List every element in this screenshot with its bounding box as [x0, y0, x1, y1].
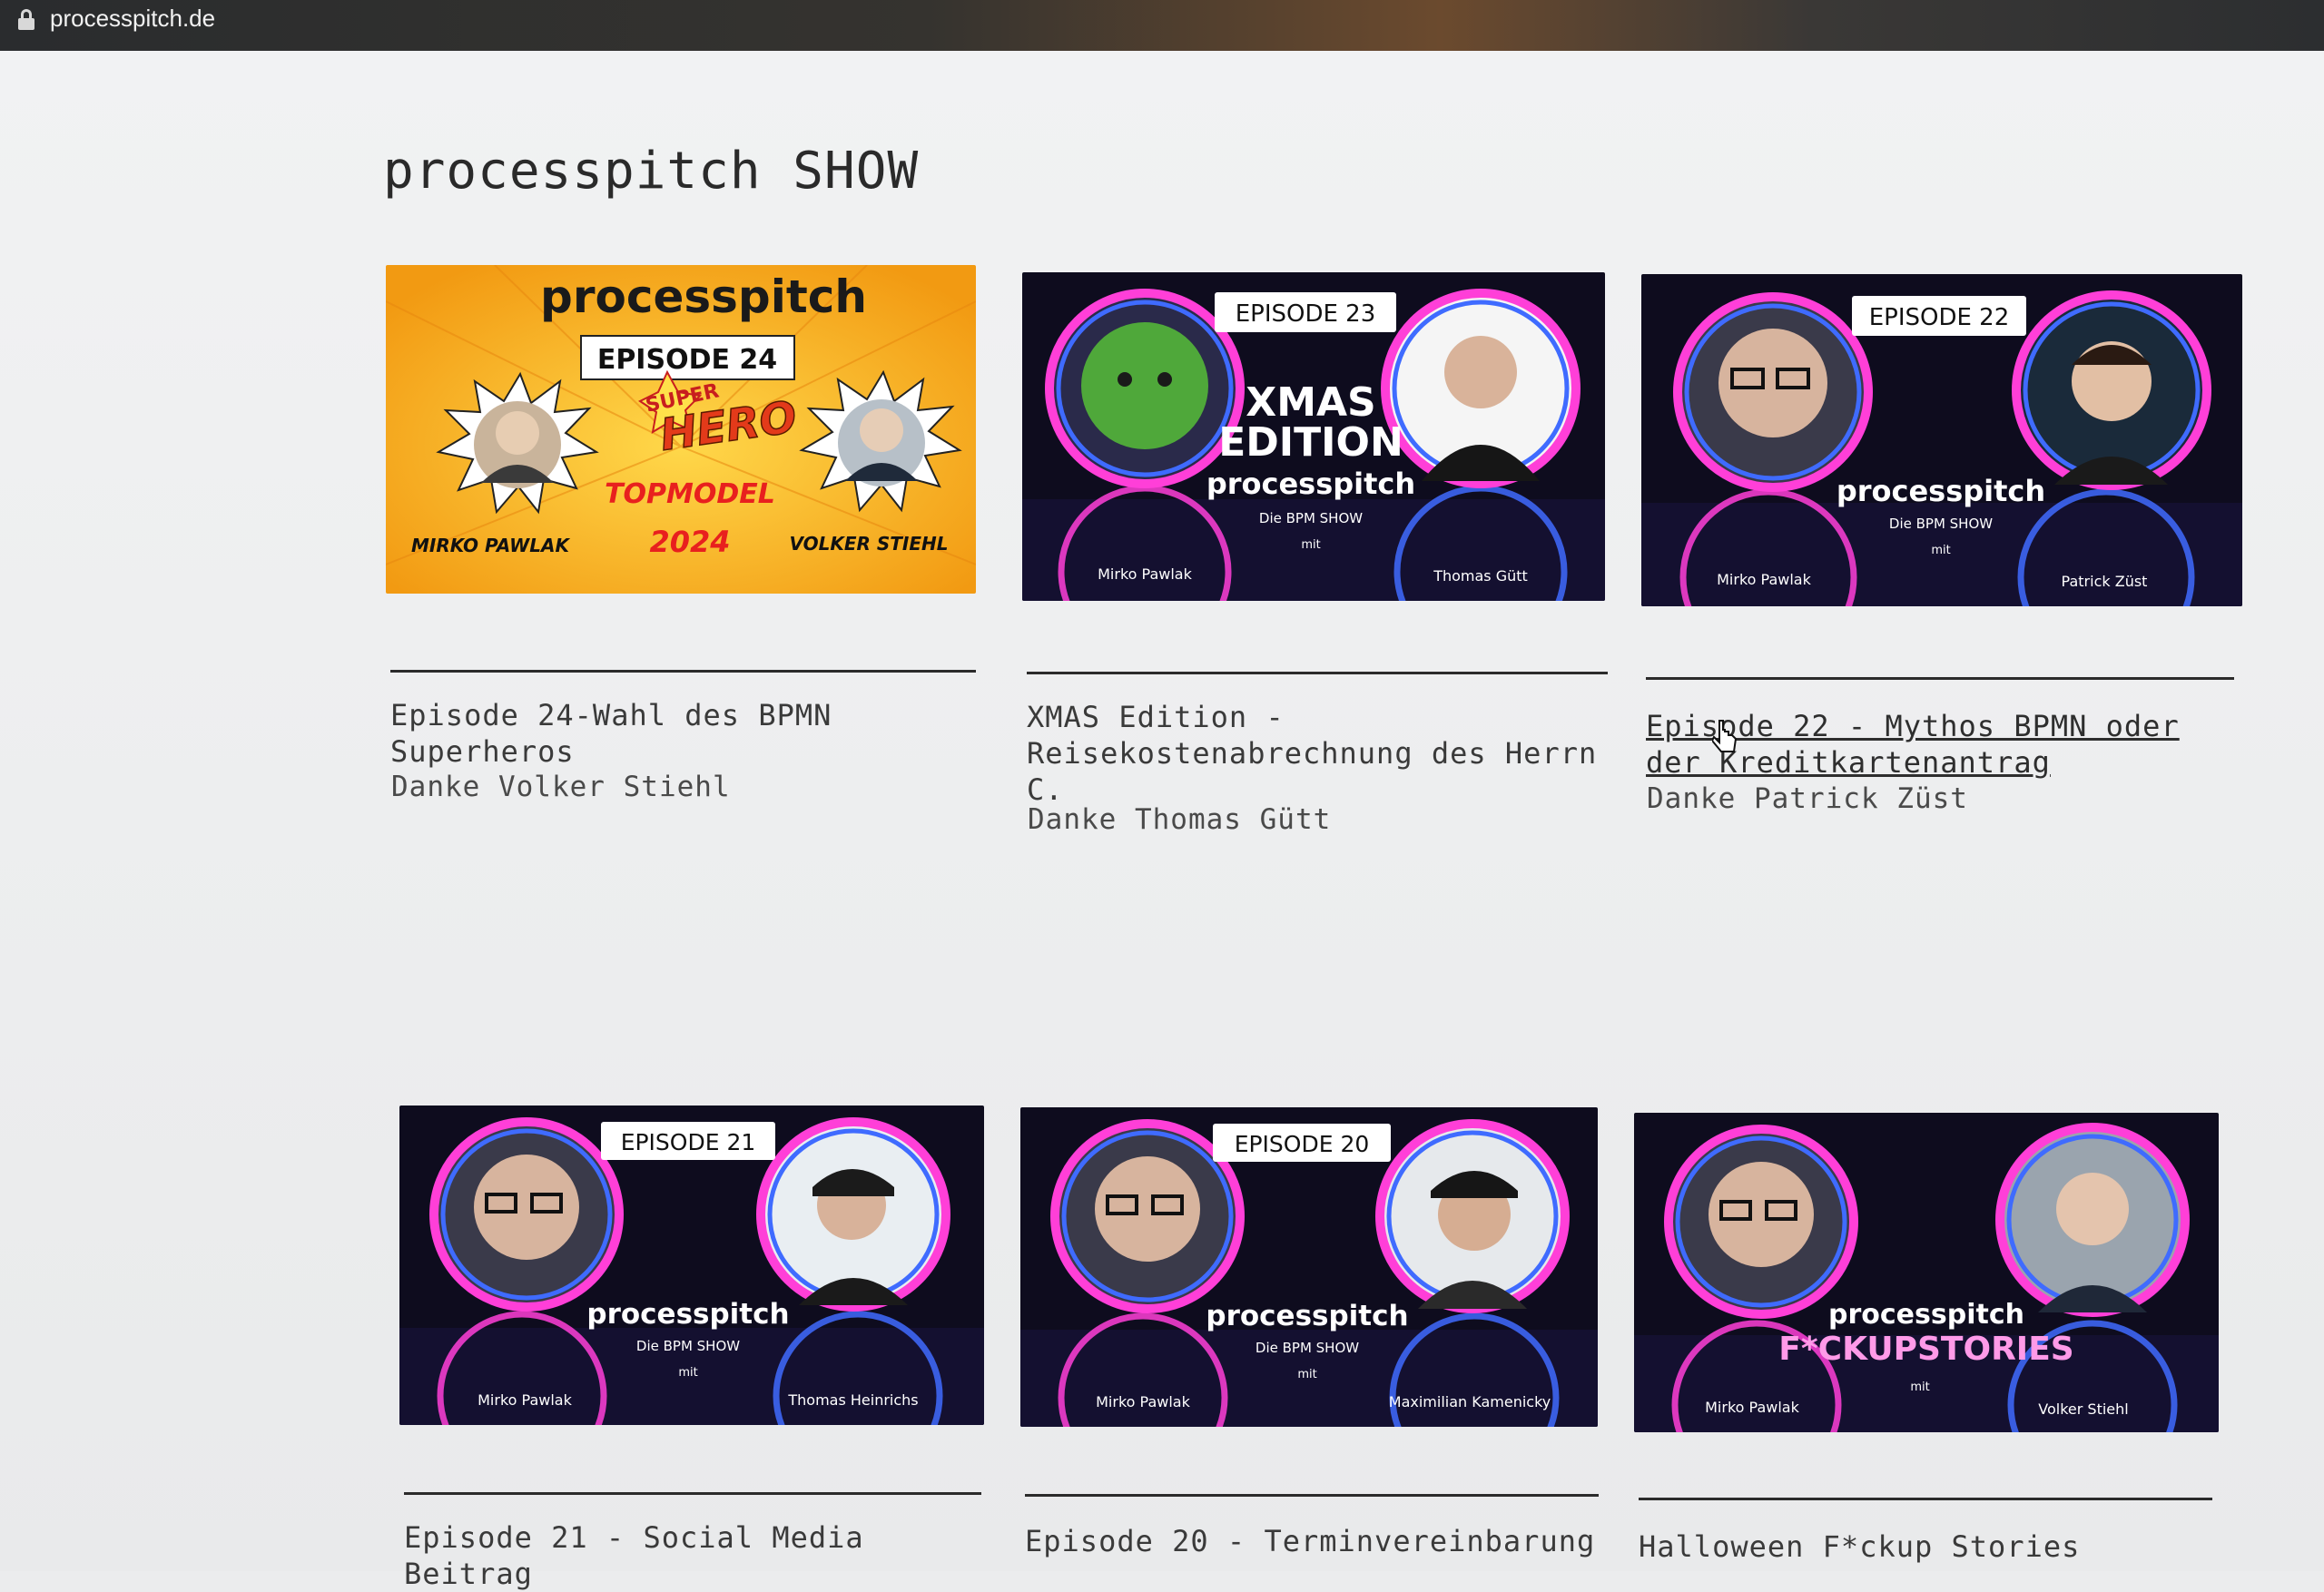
- episode-title[interactable]: Episode 20 - Terminvereinbarung: [1025, 1523, 1606, 1559]
- thumb-show: F*CKUPSTORIES: [1778, 1331, 2073, 1368]
- thumb-badge: EPISODE 24: [597, 344, 777, 376]
- thumb-mit: mit: [1297, 1368, 1316, 1381]
- thumb-year: 2024: [649, 525, 730, 559]
- card-divider: [1646, 677, 2234, 680]
- episode-title[interactable]: Halloween F*ckup Stories: [1639, 1528, 2220, 1565]
- card-divider: [1027, 672, 1608, 674]
- thumb-badge: EPISODE 23: [1236, 300, 1376, 328]
- thumb-show: Die BPM SHOW: [1256, 1340, 1359, 1356]
- thumb-host: Mirko Pawlak: [478, 1391, 572, 1409]
- thumb-host: Mirko Pawlak: [1098, 565, 1192, 583]
- thumb-guest: Patrick Züst: [2062, 573, 2148, 590]
- thumb-mit: mit: [1931, 544, 1950, 557]
- thumb-host: Mirko Pawlak: [1705, 1399, 1799, 1416]
- thumb-mit: mit: [1301, 538, 1320, 552]
- episode-guest-thanks: Danke Volker Stiehl: [391, 771, 731, 803]
- episode-title[interactable]: XMAS Edition - Reisekostenabrechnung des…: [1027, 699, 1608, 808]
- card-divider: [1639, 1498, 2212, 1500]
- thumb-show: Die BPM SHOW: [1889, 516, 1993, 532]
- thumb-host: Mirko Pawlak: [1096, 1393, 1190, 1410]
- thumb-guest: Thomas Heinrichs: [787, 1391, 918, 1409]
- thumb-brand: processpitch: [1206, 467, 1415, 501]
- episode-title[interactable]: Episode 21 - Social Media Beitrag: [404, 1519, 985, 1592]
- thumb-mit: mit: [1910, 1381, 1929, 1394]
- thumb-show: Die BPM SHOW: [1259, 510, 1363, 526]
- episode-thumbnail[interactable]: EPISODE 23 XMAS EDITION processpitch Die…: [1022, 272, 1605, 601]
- thumb-badge: EPISODE 22: [1869, 304, 2010, 331]
- episode-guest-thanks: Danke Thomas Gütt: [1028, 803, 1332, 836]
- thumb-brand: processpitch: [1828, 1299, 2024, 1331]
- thumb-badge: EPISODE 20: [1235, 1131, 1370, 1157]
- thumb-brand: processpitch: [586, 1298, 789, 1331]
- thumb-badge: EPISODE 21: [621, 1129, 756, 1155]
- episode-guest-thanks: Danke Patrick Züst: [1647, 782, 1968, 815]
- thumb-headline2: EDITION: [1218, 419, 1403, 466]
- thumb-host: Mirko Pawlak: [1717, 571, 1811, 588]
- thumb-guest: Maximilian Kamenicky: [1389, 1393, 1551, 1410]
- episode-title[interactable]: Episode 24-Wahl des BPMN Superheros: [390, 697, 971, 770]
- address-url[interactable]: processpitch.de: [50, 2, 215, 34]
- browser-address-bar[interactable]: processpitch.de: [0, 0, 2324, 51]
- thumb-topmodel: TOPMODEL: [605, 478, 775, 510]
- thumb-host: MIRKO PAWLAK: [411, 535, 570, 556]
- thumb-brand: processpitch: [540, 270, 867, 323]
- pointer-cursor-icon: [1712, 720, 1738, 752]
- card-divider: [404, 1492, 981, 1495]
- lock-icon: [18, 9, 34, 30]
- thumb-mit: mit: [678, 1366, 697, 1380]
- episode-thumbnail[interactable]: EPISODE 22 processpitch Die BPM SHOW mit…: [1641, 274, 2242, 606]
- card-divider: [390, 670, 976, 673]
- card-divider: [1025, 1494, 1599, 1497]
- thumb-brand: processpitch: [1837, 474, 2045, 508]
- episode-thumbnail[interactable]: processpitch F*CKUPSTORIES mit Mirko Paw…: [1634, 1113, 2219, 1432]
- page-title: processpitch SHOW: [383, 142, 920, 201]
- thumb-guest: Thomas Gütt: [1433, 567, 1528, 585]
- episode-thumbnail[interactable]: processpitch EPISODE 24 SUPER HERO TOPMO…: [386, 265, 976, 594]
- episode-thumbnail[interactable]: EPISODE 21 processpitch Die BPM SHOW mit…: [399, 1106, 984, 1425]
- thumb-brand: processpitch: [1206, 1300, 1408, 1332]
- thumb-show: Die BPM SHOW: [636, 1338, 740, 1354]
- thumb-guest: Volker Stiehl: [2038, 1400, 2128, 1418]
- thumb-guest: VOLKER STIEHL: [789, 533, 948, 555]
- episode-thumbnail[interactable]: EPISODE 20 processpitch Die BPM SHOW mit…: [1020, 1107, 1598, 1427]
